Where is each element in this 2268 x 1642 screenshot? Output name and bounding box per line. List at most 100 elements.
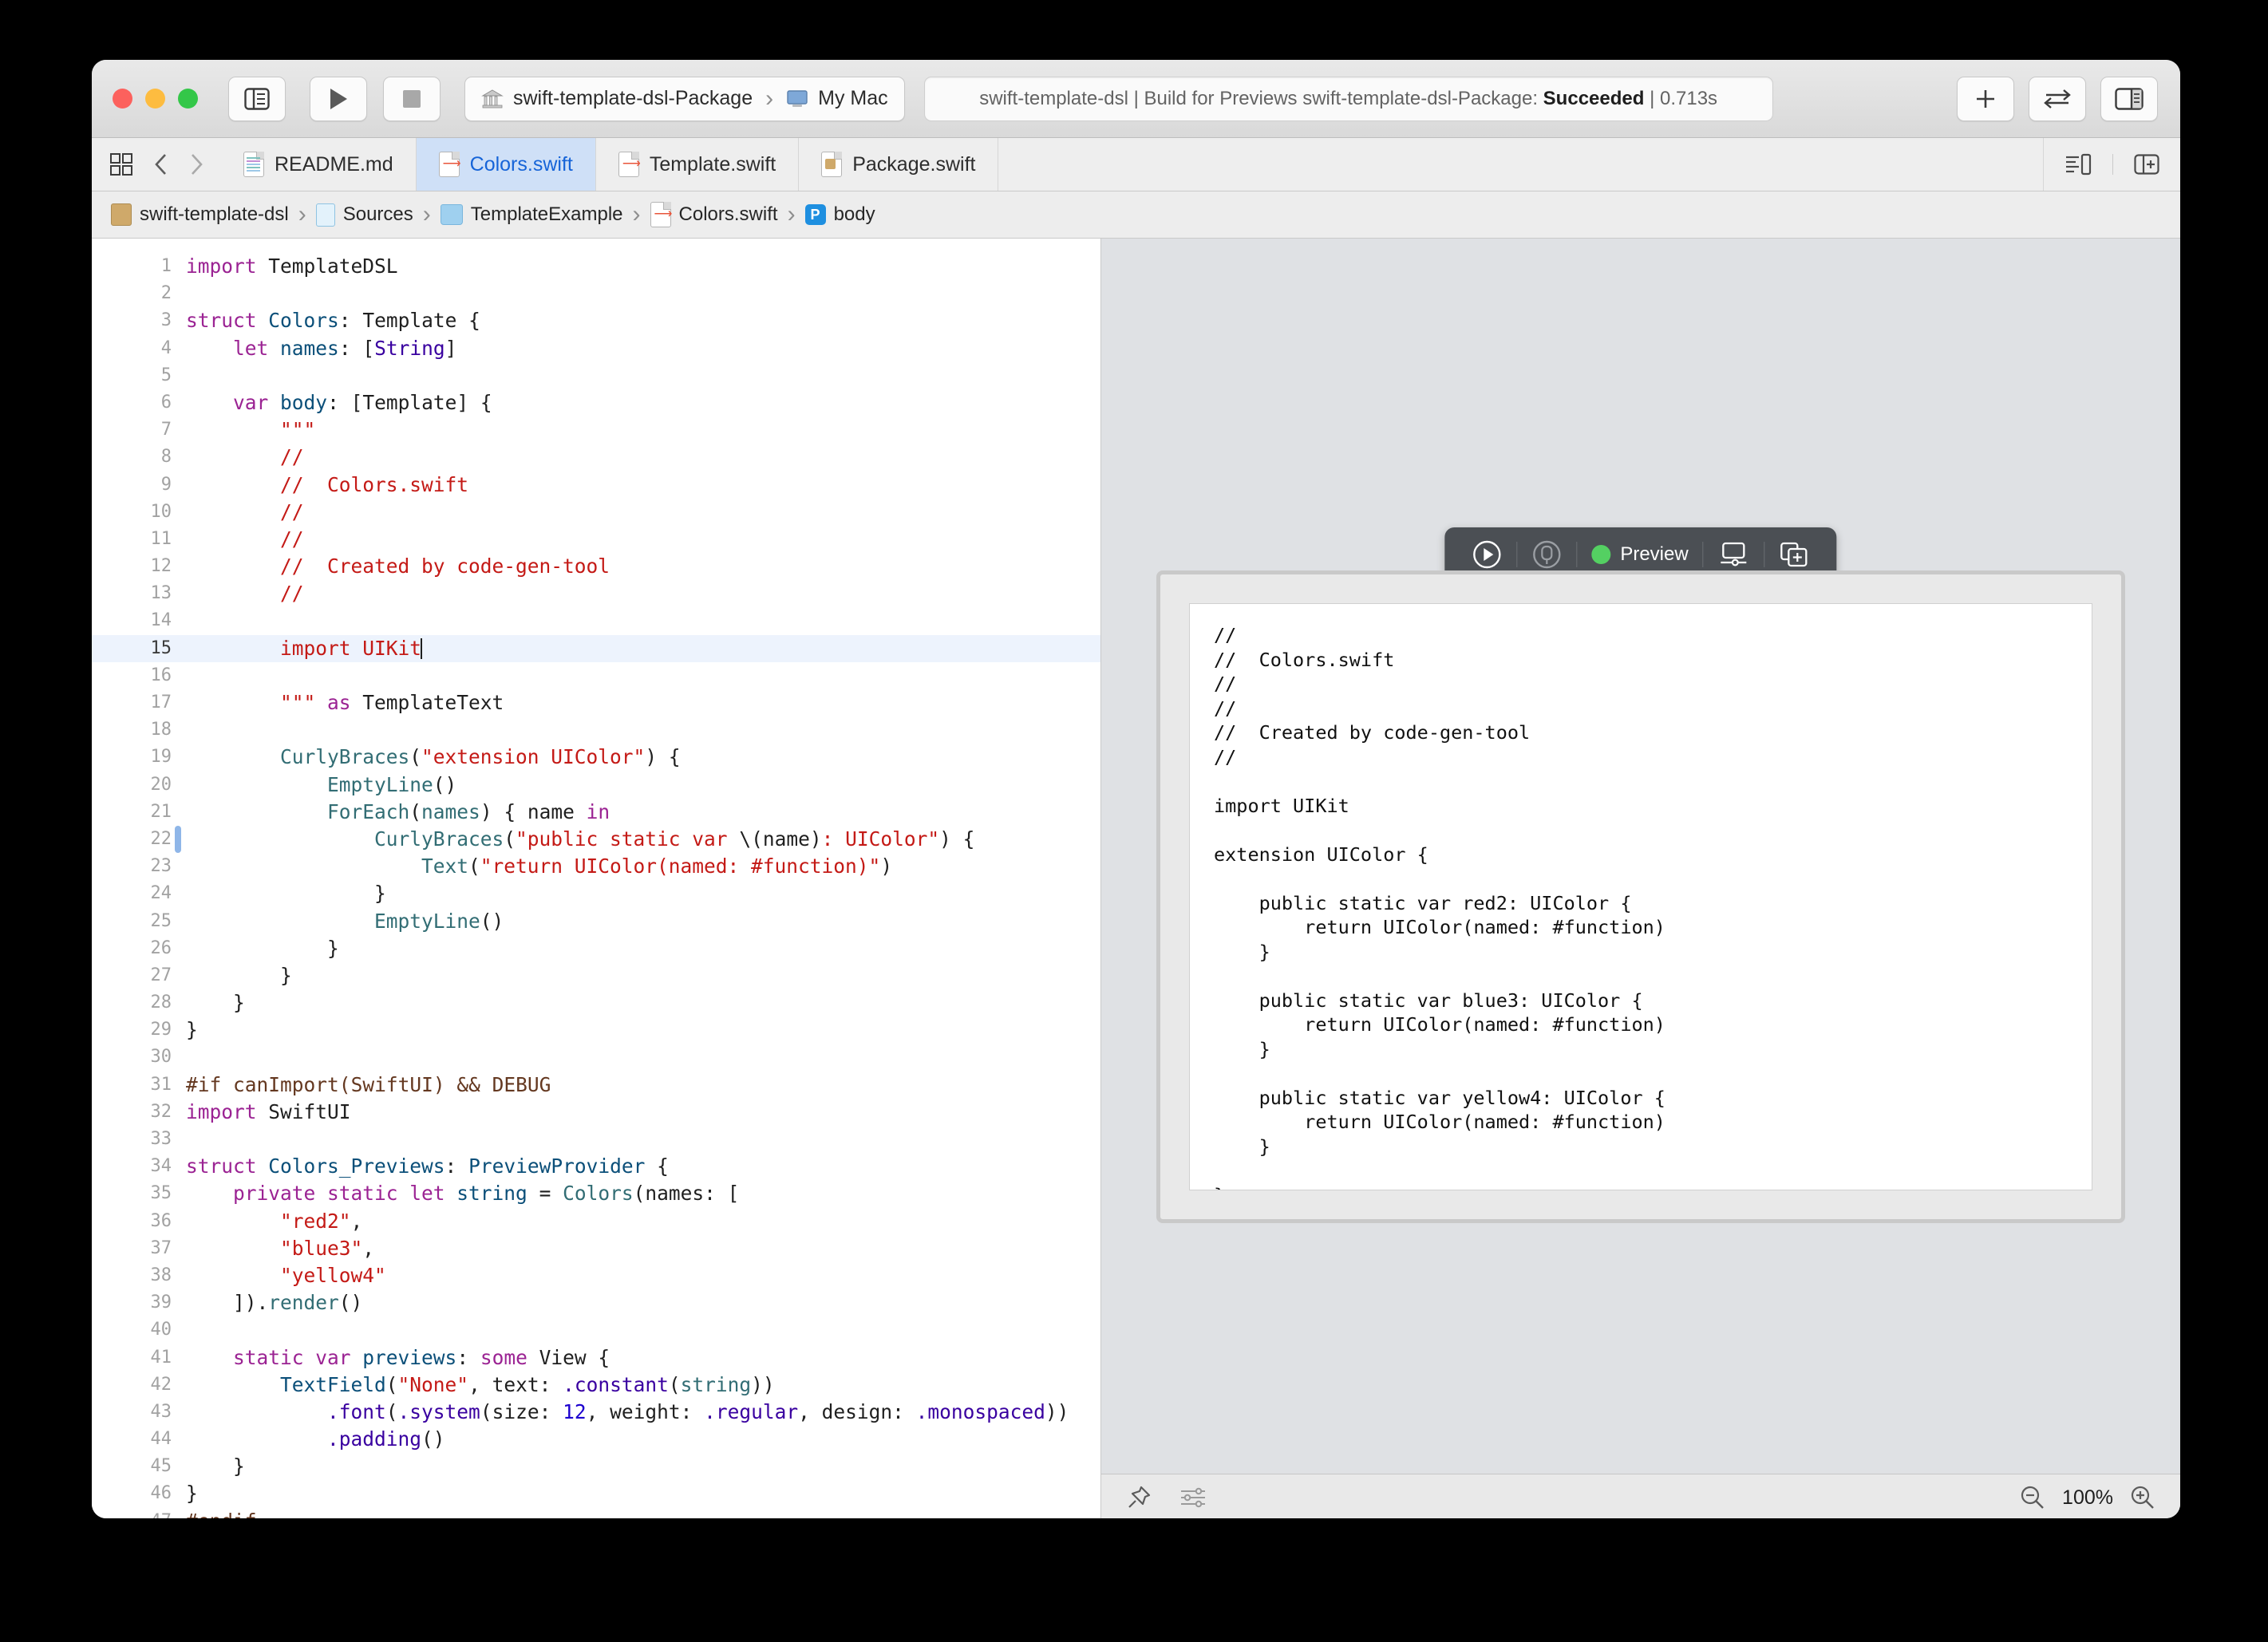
split-editor-icon[interactable] — [2134, 152, 2159, 176]
breadcrumb-item-sources[interactable]: Sources — [316, 203, 413, 227]
code-line[interactable]: 39 ]).render() — [92, 1289, 1100, 1316]
line-number: 26 — [92, 935, 172, 962]
code-line[interactable]: 35 private static let string = Colors(na… — [92, 1180, 1100, 1207]
minimap-icon[interactable] — [2065, 152, 2092, 176]
code-line[interactable]: 40 — [92, 1316, 1100, 1344]
code-line[interactable]: 45 } — [92, 1453, 1100, 1480]
swap-editors-button[interactable] — [2029, 77, 2086, 121]
close-window-button[interactable] — [113, 89, 132, 109]
code-line[interactable]: 8 // — [92, 444, 1100, 471]
line-number: 36 — [92, 1208, 172, 1235]
code-line[interactable]: 3struct Colors: Template { — [92, 307, 1100, 334]
code-line[interactable]: 26 } — [92, 935, 1100, 962]
code-line[interactable]: 36 "red2", — [92, 1208, 1100, 1235]
code-line[interactable]: 2 — [92, 280, 1100, 307]
code-line[interactable]: 4 let names: [String] — [92, 335, 1100, 362]
code-line[interactable]: 14 — [92, 607, 1100, 634]
line-number: 28 — [92, 989, 172, 1016]
code-line[interactable]: 37 "blue3", — [92, 1235, 1100, 1262]
source-editor[interactable]: 1import TemplateDSL23struct Colors: Temp… — [92, 239, 1101, 1518]
code-line[interactable]: 21 ForEach(names) { name in — [92, 799, 1100, 826]
add-editor-button[interactable] — [1957, 77, 2014, 121]
line-number: 40 — [92, 1316, 172, 1344]
breadcrumb-item-file[interactable]: ⟶ Colors.swift — [650, 202, 778, 227]
line-number: 44 — [92, 1426, 172, 1453]
code-line[interactable]: 30 — [92, 1044, 1100, 1071]
code-line[interactable]: 1import TemplateDSL — [92, 253, 1100, 280]
tab-package-swift[interactable]: Package.swift — [799, 138, 998, 191]
code-line[interactable]: 29} — [92, 1016, 1100, 1044]
code-line[interactable]: 11 // — [92, 526, 1100, 553]
code-line[interactable]: 10 // — [92, 499, 1100, 526]
code-lines[interactable]: 1import TemplateDSL23struct Colors: Temp… — [92, 239, 1100, 1518]
code-line[interactable]: 20 EmptyLine() — [92, 772, 1100, 799]
package-file-icon — [821, 152, 842, 177]
code-text: private static let string = Colors(names… — [186, 1180, 739, 1207]
code-line[interactable]: 28 } — [92, 989, 1100, 1016]
run-button[interactable] — [310, 77, 367, 121]
change-marker[interactable] — [175, 826, 181, 853]
code-line[interactable]: 7 """ — [92, 416, 1100, 444]
chevron-right-icon[interactable] — [189, 152, 203, 176]
breadcrumb-item-package[interactable]: swift-template-dsl — [111, 203, 289, 226]
code-line[interactable]: 25 EmptyLine() — [92, 908, 1100, 935]
code-line[interactable]: 18 — [92, 716, 1100, 744]
code-line[interactable]: 24 } — [92, 880, 1100, 907]
line-number: 25 — [92, 908, 172, 935]
stop-button[interactable] — [383, 77, 441, 121]
sliders-icon[interactable] — [1179, 1486, 1207, 1510]
status-dot-icon — [1591, 545, 1610, 564]
tab-template-swift[interactable]: ⟶ Template.swift — [596, 138, 799, 191]
preview-device-frame[interactable]: // // Colors.swift // // // Created by c… — [1156, 570, 2125, 1223]
code-line[interactable]: 5 — [92, 362, 1100, 389]
sidebar-toggle-button[interactable] — [228, 77, 286, 121]
tab-colors-swift[interactable]: ⟶ Colors.swift — [417, 138, 596, 191]
breadcrumb-label: Colors.swift — [679, 203, 778, 226]
code-line[interactable]: 6 var body: [Template] { — [92, 389, 1100, 416]
tab-readme[interactable]: README.md — [221, 138, 417, 191]
chevron-left-icon[interactable] — [154, 152, 168, 176]
code-line[interactable]: 31#if canImport(SwiftUI) && DEBUG — [92, 1072, 1100, 1099]
zoom-out-icon[interactable] — [2019, 1484, 2046, 1511]
preview-inspect-button[interactable] — [1517, 537, 1576, 572]
pin-icon[interactable] — [1125, 1484, 1152, 1511]
code-line[interactable]: 23 Text("return UIColor(named: #function… — [92, 853, 1100, 880]
code-line[interactable]: 17 """ as TemplateText — [92, 689, 1100, 716]
preview-status[interactable]: Preview — [1577, 537, 1702, 572]
code-line[interactable]: 16 — [92, 662, 1100, 689]
code-line[interactable]: 46} — [92, 1480, 1100, 1507]
code-line[interactable]: 27 } — [92, 962, 1100, 989]
code-line[interactable]: 38 "yellow4" — [92, 1262, 1100, 1289]
breadcrumb-item-templateexample[interactable]: TemplateExample — [441, 203, 623, 226]
code-line[interactable]: 15 import UIKit — [92, 635, 1100, 662]
code-line[interactable]: 47#endif — [92, 1508, 1100, 1518]
build-status-bar[interactable]: swift-template-dsl | Build for Previews … — [924, 77, 1773, 121]
scheme-selector[interactable]: swift-template-dsl-Package › My Mac — [464, 77, 905, 121]
code-line[interactable]: 34struct Colors_Previews: PreviewProvide… — [92, 1153, 1100, 1180]
breadcrumb-item-symbol[interactable]: P body — [805, 203, 875, 226]
code-text: Text("return UIColor(named: #function)") — [186, 853, 892, 880]
code-line[interactable]: 9 // Colors.swift — [92, 472, 1100, 499]
preview-play-button[interactable] — [1457, 537, 1516, 572]
code-line[interactable]: 19 CurlyBraces("extension UIColor") { — [92, 744, 1100, 771]
code-line[interactable]: 33 — [92, 1126, 1100, 1153]
code-text: "red2", — [186, 1208, 362, 1235]
code-line[interactable]: 12 // Created by code-gen-tool — [92, 553, 1100, 580]
preview-duplicate-button[interactable] — [1765, 537, 1824, 572]
grid-icon[interactable] — [109, 152, 133, 176]
code-line[interactable]: 13 // — [92, 580, 1100, 607]
code-line[interactable]: 32import SwiftUI — [92, 1099, 1100, 1126]
zoom-in-icon[interactable] — [2129, 1484, 2156, 1511]
zoom-window-button[interactable] — [178, 89, 198, 109]
code-line[interactable]: 44 .padding() — [92, 1426, 1100, 1453]
code-line[interactable]: 22 CurlyBraces("public static var \(name… — [92, 826, 1100, 853]
code-line[interactable]: 43 .font(.system(size: 12, weight: .regu… — [92, 1399, 1100, 1426]
line-number: 5 — [92, 362, 172, 389]
code-line[interactable]: 42 TextField("None", text: .constant(str… — [92, 1372, 1100, 1399]
code-line[interactable]: 41 static var previews: some View { — [92, 1344, 1100, 1372]
preview-device-settings-button[interactable] — [1704, 537, 1764, 572]
code-text: """ — [186, 416, 315, 444]
inspector-toggle-button[interactable] — [2100, 77, 2158, 121]
play-icon — [328, 87, 349, 111]
minimize-window-button[interactable] — [145, 89, 165, 109]
